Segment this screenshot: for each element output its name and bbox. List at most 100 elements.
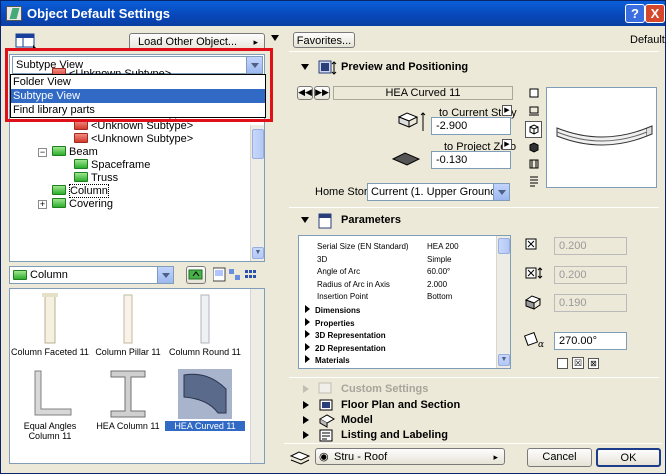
thumbnail-label: Column Faceted 11 [11, 347, 89, 357]
to-current-story-field[interactable]: -2.900 [431, 117, 511, 135]
rotation-angle-icon: α [524, 332, 544, 348]
next-object-button[interactable]: ▶▶ [314, 86, 330, 100]
close-button[interactable]: X [645, 4, 665, 23]
parameter-row[interactable]: Radius of Arc in Axis 2.000 [317, 278, 497, 291]
thumbnail-label: HEA Curved 11 [165, 421, 245, 431]
thumbnail-hea-curved[interactable]: HEA Curved 11 [165, 369, 245, 431]
prev-object-button[interactable]: ◀◀ [297, 86, 313, 100]
mirror-x-checkbox[interactable]: ☒ [572, 357, 584, 369]
rotation-angle-field[interactable]: 270.00° [554, 332, 627, 350]
object-thumbnails[interactable]: Column Faceted 11 Column Pillar 11 Colum… [9, 288, 265, 464]
to-project-zero-field[interactable]: -0.130 [431, 151, 511, 169]
home-story-value: Current (1. Upper Ground) [371, 186, 500, 198]
parameter-group[interactable]: Dimensions [305, 304, 360, 317]
mirror-y-checkbox[interactable]: ⊠ [588, 358, 599, 369]
divider [284, 443, 662, 444]
preview-section-icon [318, 60, 337, 75]
view-icons-icon[interactable] [212, 267, 263, 283]
thumbnail-label: HEA Column 11 [96, 421, 160, 431]
folder-icon [74, 133, 88, 143]
folder-select[interactable]: Column [9, 266, 174, 284]
view-plan-icon[interactable] [527, 87, 541, 101]
parameter-row[interactable]: 3D Simple [317, 253, 497, 266]
parameter-group[interactable]: Materials [305, 354, 350, 367]
view-3d-solid-icon[interactable] [527, 141, 541, 155]
thumbnail-equal-angles[interactable]: Equal Angles Column 11 [10, 369, 90, 441]
tree-item[interactable]: Column [52, 184, 109, 198]
parameter-row[interactable]: Serial Size (EN Standard) HEA 200 [317, 240, 497, 253]
collapse-icon [301, 64, 309, 70]
height-field[interactable]: 0.190 [554, 294, 627, 312]
library-view-icon[interactable] [15, 33, 37, 49]
thumbnail-column-faceted[interactable]: Column Faceted 11 [10, 293, 90, 357]
height-icon [524, 295, 542, 310]
expand-icon [303, 401, 309, 409]
view-3d-icon[interactable] [525, 121, 542, 138]
folder-icon [52, 185, 66, 195]
folder-select-value: Column [30, 269, 68, 281]
parameter-row[interactable]: Insertion Point Bottom [317, 290, 497, 303]
scroll-down-icon[interactable]: ▼ [252, 247, 264, 259]
floor-plan-icon [319, 399, 333, 411]
view-elevation-icon[interactable] [527, 158, 541, 172]
parameters-section-icon [318, 213, 332, 229]
thumbnail-label: Equal Angles Column 11 [23, 421, 77, 441]
folder-icon [13, 270, 27, 280]
chevron-down-icon [157, 267, 173, 283]
hea-curved-icon [178, 369, 232, 419]
help-button[interactable]: ? [625, 4, 645, 23]
expand-icon [303, 416, 309, 424]
curved-beam-preview [556, 125, 653, 146]
expand-icon [303, 431, 309, 439]
params-scroll-thumb[interactable] [498, 238, 510, 254]
arrow-right-small-icon[interactable]: ▶ [502, 139, 512, 150]
divider [289, 51, 659, 52]
expand-icon[interactable]: + [38, 200, 47, 209]
layer-select[interactable]: ◉ Stru - Roof ▸ [315, 448, 505, 465]
collapse-arrow-icon[interactable] [271, 35, 279, 41]
tree-scroll-thumb[interactable] [252, 129, 264, 159]
arrow-right-small-icon[interactable]: ▶ [502, 105, 512, 116]
tree-item-label: Beam [69, 146, 98, 158]
view-list-icon[interactable] [527, 175, 541, 189]
parameter-row[interactable]: Angle of Arc 60.00° [317, 265, 497, 278]
tree-item[interactable]: <Unknown Subtype> [74, 133, 193, 146]
parameters-list[interactable]: ▼ Serial Size (EN Standard) HEA 200 3D Simp… [298, 235, 511, 369]
cancel-button[interactable]: Cancel [527, 448, 592, 467]
thumbnail-hea-column[interactable]: HEA Column 11 [88, 369, 168, 431]
divider [289, 377, 659, 378]
folder-icon [74, 172, 88, 182]
highlight-annotation [5, 48, 273, 122]
thumbnail-label: Column Round 11 [169, 347, 241, 357]
parameter-group[interactable]: Properties [305, 317, 355, 330]
dimension-a-field[interactable]: 0.200 [554, 237, 627, 255]
section-preview-and-positioning[interactable]: Preview and Positioning [289, 59, 659, 77]
params-scrollbar[interactable]: ▼ [496, 236, 510, 368]
view-section-icon[interactable] [527, 105, 541, 119]
dimension-b-field[interactable]: 0.200 [554, 266, 627, 284]
favorites-button[interactable]: Favorites... [293, 32, 355, 48]
home-story-select[interactable]: Current (1. Upper Ground) [367, 183, 510, 201]
tree-scrollbar[interactable]: ▼ [250, 125, 264, 261]
divider [289, 207, 659, 208]
ok-button[interactable]: OK [596, 448, 661, 467]
parameter-name: 3D [317, 254, 328, 264]
scroll-down-icon[interactable]: ▼ [498, 354, 510, 366]
thumbnail-column-pillar[interactable]: Column Pillar 11 [88, 293, 168, 357]
tree-item[interactable]: Covering [52, 198, 113, 211]
folder-up-button[interactable] [186, 266, 206, 284]
collapse-icon [301, 217, 309, 223]
mirror-none-checkbox[interactable] [557, 358, 568, 369]
thumbnail-column-round[interactable]: Column Round 11 [165, 293, 245, 357]
collapse-icon[interactable]: − [38, 148, 47, 157]
parameter-group[interactable]: 2D Representation [305, 342, 386, 355]
layer-value: Stru - Roof [334, 451, 388, 463]
parameter-group[interactable]: 3D Representation [305, 329, 386, 342]
title-bar[interactable]: Object Default Settings ? X [1, 1, 665, 26]
thumbs-scrollbar[interactable] [250, 289, 264, 463]
section-title: Custom Settings [341, 383, 429, 395]
tree-item[interactable]: Beam [52, 146, 98, 159]
section-parameters[interactable]: Parameters [289, 212, 659, 230]
layer-icon [289, 451, 311, 465]
tree-item[interactable]: Spaceframe [74, 159, 150, 172]
